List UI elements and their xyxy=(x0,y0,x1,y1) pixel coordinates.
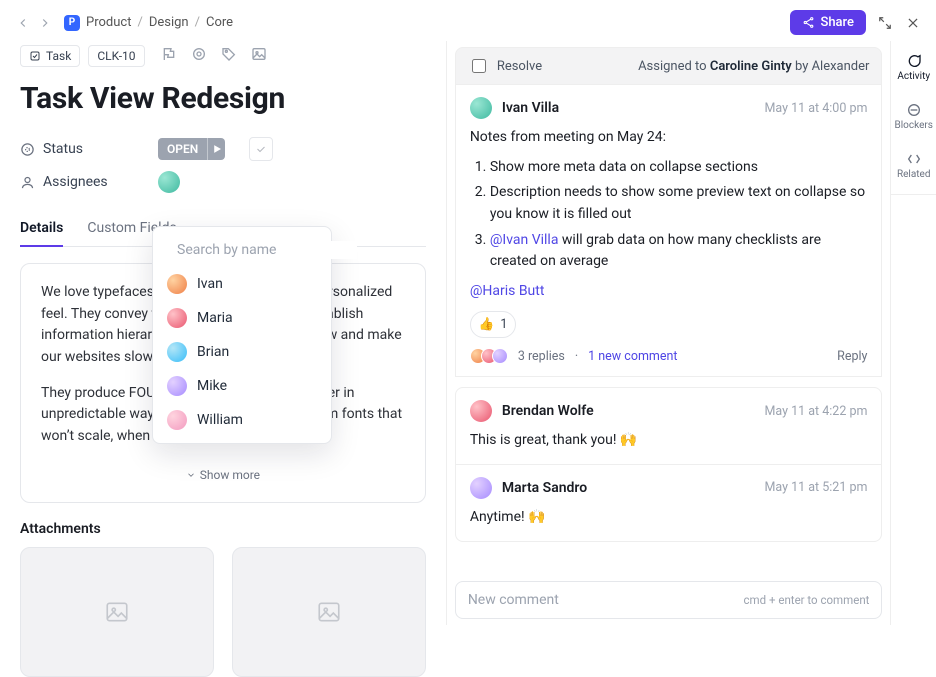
composer-hint: cmd + enter to comment xyxy=(744,593,870,607)
image-icon xyxy=(316,599,342,625)
tag-icon[interactable] xyxy=(221,46,237,66)
status-pill[interactable]: OPEN xyxy=(158,138,225,160)
chevron-down-icon xyxy=(186,470,196,480)
status-complete-button[interactable] xyxy=(249,137,273,161)
assignee-popover: Ivan Maria Brian Mike William xyxy=(152,226,332,444)
person-icon xyxy=(20,175,35,190)
comment-composer[interactable]: New comment cmd + enter to comment xyxy=(455,581,883,619)
comment: Marta Sandro May 11 at 5:21 pm Anytime! … xyxy=(455,465,883,542)
composer-placeholder: New comment xyxy=(468,592,559,608)
attachment-placeholder[interactable] xyxy=(20,547,214,677)
status-row: Status OPEN xyxy=(20,132,426,166)
show-more-button[interactable]: Show more xyxy=(41,462,405,485)
breadcrumb: P Product / Design / Core xyxy=(64,15,233,31)
comment-time: May 11 at 4:22 pm xyxy=(764,404,867,419)
forward-icon[interactable] xyxy=(36,14,54,32)
resolve-checkbox[interactable]: Resolve xyxy=(468,56,542,76)
comment-body: Anytime! 🙌 xyxy=(470,507,868,529)
assignee-option[interactable]: Brian xyxy=(153,335,331,369)
top-bar: P Product / Design / Core Share xyxy=(0,0,936,41)
avatar xyxy=(470,97,492,119)
rail-blockers[interactable]: Blockers xyxy=(891,96,936,139)
comment: Brendan Wolfe May 11 at 4:22 pm This is … xyxy=(455,387,883,465)
breadcrumb-item[interactable]: Product xyxy=(86,15,131,30)
breadcrumb-item[interactable]: Design xyxy=(149,15,189,30)
rail-activity[interactable]: Activity xyxy=(891,47,936,90)
minimize-icon[interactable] xyxy=(876,14,894,32)
comment-body: This is great, thank you! 🙌 xyxy=(470,430,868,452)
status-icon xyxy=(20,142,35,157)
assignees-row: Assignees xyxy=(20,166,426,198)
assignee-search-input[interactable] xyxy=(175,241,357,259)
breadcrumb-item[interactable]: Core xyxy=(206,15,233,30)
attachment-placeholder[interactable] xyxy=(232,547,426,677)
assignee-option[interactable]: Ivan xyxy=(153,267,331,301)
page-title: Task View Redesign xyxy=(20,81,426,116)
task-type-chip[interactable]: Task xyxy=(20,45,80,67)
sprint-icon[interactable] xyxy=(191,46,207,66)
thread-header: Resolve Assigned to Caroline Ginty by Al… xyxy=(455,47,883,85)
assignee-option[interactable]: Maria xyxy=(153,301,331,335)
comment-body: Notes from meeting on May 24: Show more … xyxy=(470,127,868,338)
comment-time: May 11 at 5:21 pm xyxy=(764,480,867,495)
status-next-icon[interactable] xyxy=(207,138,225,160)
comment-time: May 11 at 4:00 pm xyxy=(764,101,867,116)
avatar xyxy=(470,400,492,422)
related-icon xyxy=(906,151,922,167)
reaction-pill[interactable]: 👍 1 xyxy=(470,311,517,338)
flag-icon[interactable] xyxy=(161,46,177,66)
blocker-icon xyxy=(906,102,922,118)
assignee-avatar[interactable] xyxy=(158,171,180,193)
side-rail: Activity Blockers Related xyxy=(890,41,936,625)
attachments-title: Attachments xyxy=(20,521,426,537)
task-id-chip[interactable]: CLK-10 xyxy=(88,45,144,67)
image-icon[interactable] xyxy=(251,46,267,66)
thread-assigned: Assigned to Caroline Ginty by Alexander xyxy=(638,59,869,74)
rail-related[interactable]: Related xyxy=(891,145,936,188)
close-icon[interactable] xyxy=(904,14,922,32)
reply-button[interactable]: Reply xyxy=(837,349,867,364)
comment-author: Marta Sandro xyxy=(502,480,587,496)
mention[interactable]: @Ivan Villa xyxy=(490,232,559,248)
avatar xyxy=(470,477,492,499)
reply-avatars xyxy=(470,348,508,364)
comment-author: Brendan Wolfe xyxy=(502,403,594,419)
comment-author: Ivan Villa xyxy=(502,100,559,116)
new-comment-link[interactable]: 1 new comment xyxy=(588,349,677,364)
space-badge: P xyxy=(64,15,80,31)
back-icon[interactable] xyxy=(14,14,32,32)
replies-count[interactable]: 3 replies xyxy=(518,349,565,364)
assignee-option[interactable]: William xyxy=(153,403,331,437)
chat-icon xyxy=(906,53,922,69)
image-icon xyxy=(104,599,130,625)
tab-details[interactable]: Details xyxy=(20,212,63,246)
assignee-option[interactable]: Mike xyxy=(153,369,331,403)
comment: Ivan Villa May 11 at 4:00 pm Notes from … xyxy=(455,85,883,377)
mention[interactable]: @Haris Butt xyxy=(470,283,545,299)
share-button[interactable]: Share xyxy=(790,10,866,35)
